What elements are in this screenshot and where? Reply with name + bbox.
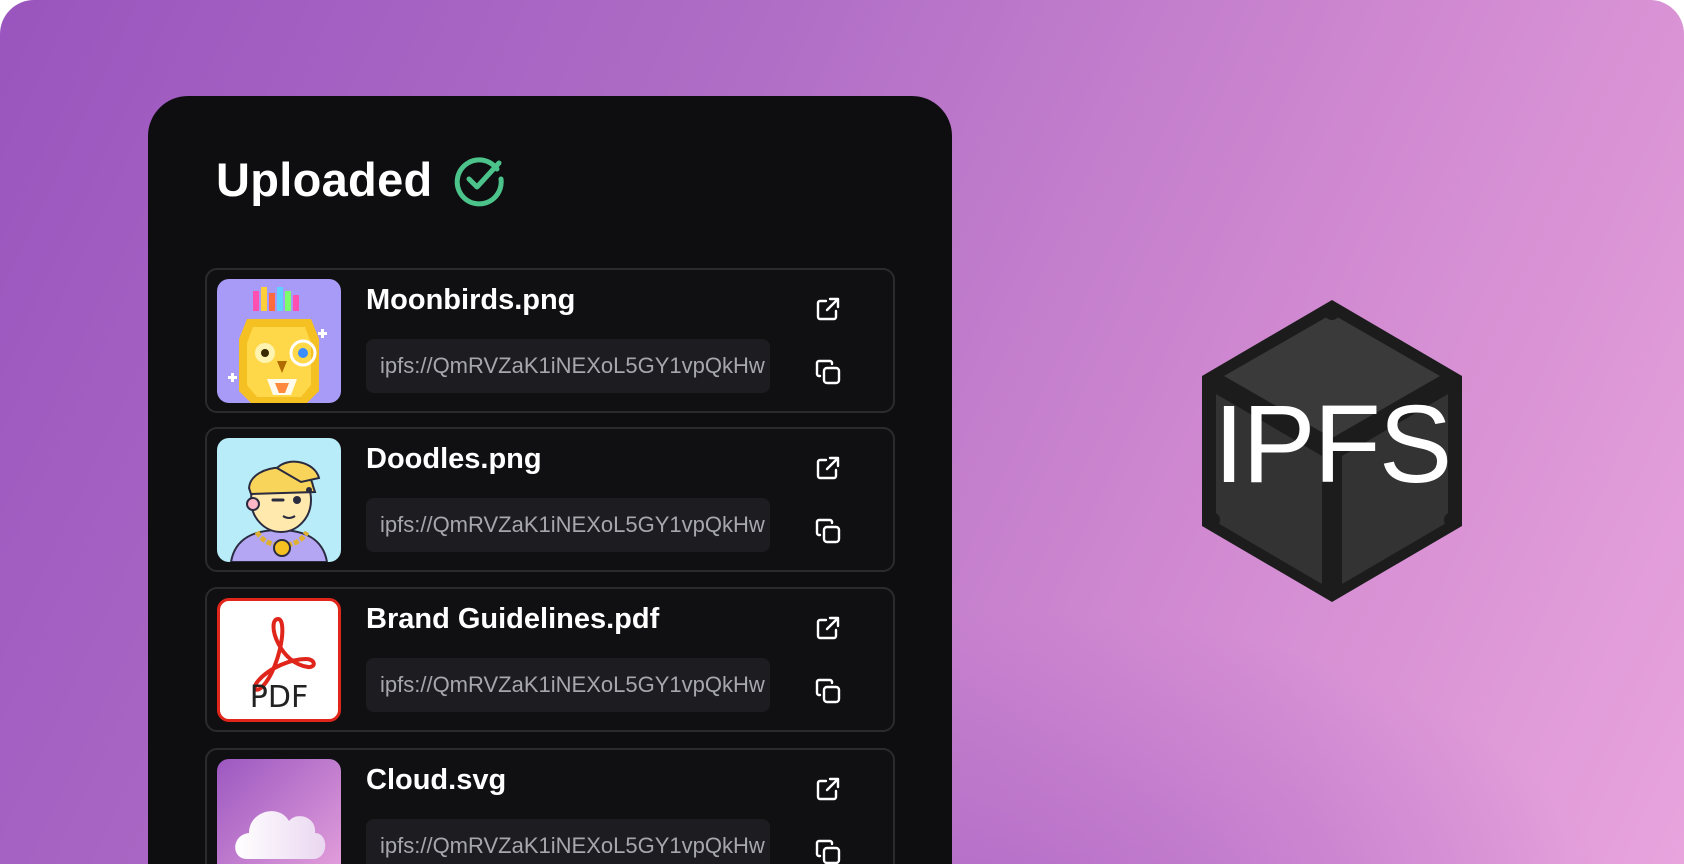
cid-field[interactable]: ipfs://QmRVZaK1iNEXoL5GY1vpQkHw [366,819,770,864]
external-link-icon[interactable] [813,613,843,643]
pdf-file-image: PDF [217,598,341,722]
cloud-image [217,759,341,864]
moonbird-owl-image [217,279,341,403]
cid-field[interactable]: ipfs://QmRVZaK1iNEXoL5GY1vpQkHw [366,498,770,552]
panel-header: Uploaded [216,151,507,207]
file-name: Doodles.png [366,443,542,475]
file-card-cloud[interactable]: Cloud.svg ipfs://QmRVZaK1iNEXoL5GY1vpQkH… [205,748,895,864]
hero-background: Uploaded Moonbirds.png ipfs://QmRVZaK1iN… [0,0,1684,864]
external-link-icon[interactable] [813,453,843,483]
file-name: Cloud.svg [366,764,507,796]
check-circle-icon [454,157,504,207]
doodle-character-image [217,438,341,562]
cid-field[interactable]: ipfs://QmRVZaK1iNEXoL5GY1vpQkHw [366,658,770,712]
panel-title: Uploaded [216,152,433,206]
upload-panel: Uploaded Moonbirds.png ipfs://QmRVZaK1iN… [148,96,952,864]
file-name: Moonbirds.png [366,284,576,316]
external-link-icon[interactable] [813,774,843,804]
file-name: Brand Guidelines.pdf [366,603,660,635]
file-card-doodles[interactable]: Doodles.png ipfs://QmRVZaK1iNEXoL5GY1vpQ… [205,427,895,572]
file-card-brand-guidelines[interactable]: PDF Brand Guidelines.pdf ipfs://QmRVZaK1… [205,587,895,732]
copy-icon[interactable] [813,676,843,706]
copy-icon[interactable] [813,837,843,864]
cid-field[interactable]: ipfs://QmRVZaK1iNEXoL5GY1vpQkHw [366,339,770,393]
file-card-moonbirds[interactable]: Moonbirds.png ipfs://QmRVZaK1iNEXoL5GY1v… [205,268,895,413]
ipfs-logo-text: IPFS [1213,383,1453,506]
ipfs-logo: IPFS [1198,298,1466,604]
copy-icon[interactable] [813,516,843,546]
copy-icon[interactable] [813,357,843,387]
external-link-icon[interactable] [813,294,843,324]
pdf-label: PDF [250,680,308,715]
